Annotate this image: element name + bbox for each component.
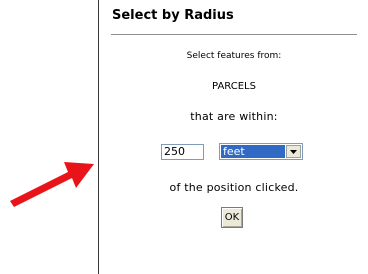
title-divider [111, 34, 357, 35]
within-label: that are within: [190, 110, 278, 123]
position-clicked-label: of the position clicked. [169, 181, 299, 194]
distance-input[interactable]: 250 [161, 144, 204, 160]
intro-label: Select features from: [186, 51, 282, 61]
chevron-down-icon [290, 150, 297, 154]
layer-name: PARCELS [212, 81, 256, 92]
unit-selected-value: feet [221, 145, 285, 158]
unit-select[interactable]: feet [219, 143, 303, 160]
panel-title: Select by Radius [112, 8, 234, 23]
dropdown-button[interactable] [286, 145, 301, 158]
ok-button[interactable]: OK [221, 207, 243, 228]
select-by-radius-panel: Select by Radius Select features from: P… [98, 0, 368, 274]
red-arrow-pointer [10, 162, 94, 207]
